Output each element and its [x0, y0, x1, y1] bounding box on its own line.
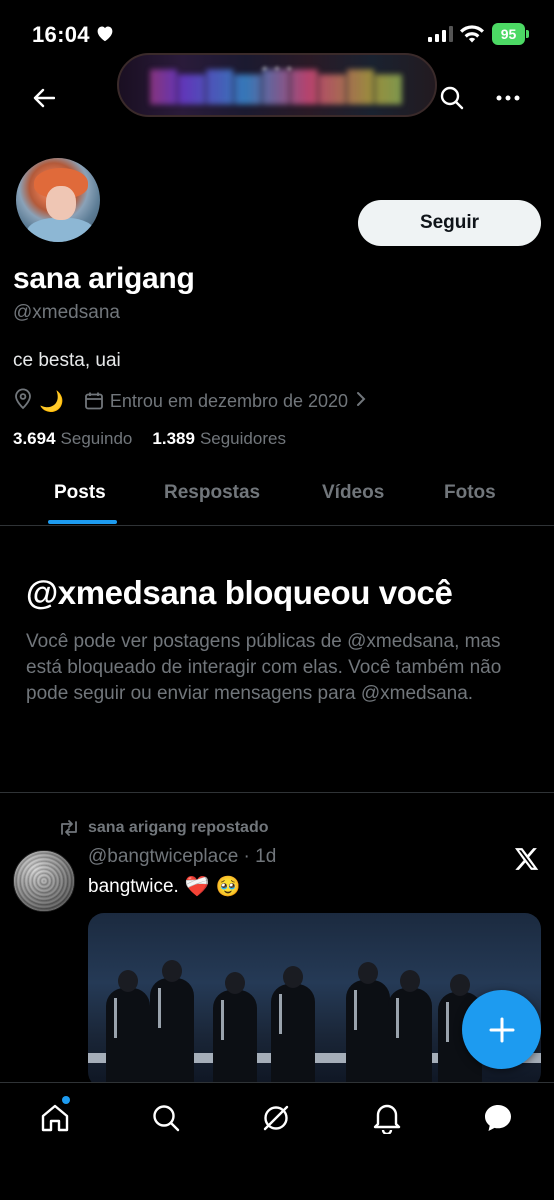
nav-notifications[interactable] [370, 1101, 404, 1135]
nav-home[interactable] [38, 1101, 72, 1135]
banner-blurred-logo: ▇▆▇▆▇▇▆▇▆ [119, 55, 435, 115]
plus-icon [489, 1017, 514, 1042]
search-icon [153, 1105, 180, 1132]
post-author-handle[interactable]: @bangtwiceplace [88, 846, 238, 867]
tab-fotos[interactable]: Fotos [444, 482, 496, 504]
followers-label: Seguidores [199, 429, 286, 448]
active-tab-indicator [48, 520, 117, 524]
profile-meta: 🌙 Entrou em dezembro de 2020 [13, 388, 366, 414]
home-icon [41, 1104, 69, 1132]
location-icon [13, 388, 33, 415]
repost-indicator[interactable]: sana arigang repostado [58, 819, 269, 837]
pleading-face-emoji: 🥹 [215, 876, 241, 898]
repost-label: sana arigang repostado [88, 819, 269, 836]
heart-icon [95, 24, 115, 47]
profile-handle: @xmedsana [13, 302, 120, 323]
message-bubble-icon [485, 1105, 511, 1131]
signal-icon [428, 26, 454, 47]
joined-date[interactable]: Entrou em dezembro de 2020 [110, 391, 348, 412]
grok-icon [263, 1105, 289, 1131]
bell-icon [373, 1104, 401, 1134]
profile-bio: ce besta, uai [13, 350, 121, 371]
tab-videos[interactable]: Vídeos [322, 482, 384, 504]
location-text: 🌙 [39, 390, 64, 413]
more-options-button[interactable] [492, 82, 524, 114]
profile-banner: ✦ ✦ ✦ ▇▆▇▆▇▇▆▇▆ [117, 53, 437, 117]
followers-link[interactable]: 1.389 Seguidores [152, 429, 286, 449]
bottom-navigation [0, 1082, 554, 1200]
back-button[interactable] [28, 82, 60, 114]
status-time: 16:04 [32, 22, 90, 47]
following-link[interactable]: 3.694 Seguindo [13, 429, 132, 449]
nav-grok[interactable] [259, 1101, 293, 1135]
nav-search[interactable] [149, 1101, 183, 1135]
search-icon [440, 86, 464, 110]
follow-button[interactable]: Seguir [358, 200, 541, 246]
following-count: 3.694 [13, 429, 56, 448]
nav-messages[interactable] [481, 1101, 515, 1135]
post-body: bangtwice. [88, 875, 179, 897]
search-button[interactable] [436, 82, 468, 114]
tab-respostas[interactable]: Respostas [164, 482, 260, 504]
arrow-left-icon [33, 88, 55, 108]
post-text: bangtwice. ❤️‍🩹 🥹 [88, 874, 241, 899]
profile-top-bar: ✦ ✦ ✦ ▇▆▇▆▇▇▆▇▆ [0, 50, 554, 120]
profile-avatar[interactable] [13, 155, 103, 245]
home-notification-dot [62, 1096, 70, 1104]
following-label: Seguindo [60, 429, 133, 448]
divider [0, 792, 554, 793]
blocked-title: @xmedsana bloqueou você [26, 574, 453, 611]
x-logo-icon [514, 846, 540, 872]
follow-stats: 3.694 Seguindo 1.389 Seguidores [13, 429, 306, 449]
followers-count: 1.389 [152, 429, 195, 448]
blocked-description: Você pode ver postagens públicas de @xme… [26, 631, 502, 704]
post-age[interactable]: 1d [255, 846, 276, 867]
post-author-avatar[interactable] [13, 850, 75, 912]
battery-indicator: 95 [492, 23, 529, 45]
calendar-icon [84, 391, 104, 411]
repost-icon [61, 820, 77, 836]
compose-button[interactable] [462, 990, 541, 1069]
tab-posts[interactable]: Posts [54, 482, 106, 504]
wifi-icon [459, 24, 485, 49]
profile-tabs: Posts Respostas Vídeos Fotos [0, 470, 554, 526]
display-name: sana arigang [13, 262, 195, 295]
chevron-right-icon[interactable] [356, 391, 366, 412]
post-header: @bangtwiceplace · 1d [88, 846, 277, 867]
mending-heart-emoji: ❤️‍🩹 [184, 876, 210, 898]
more-dots-icon [496, 95, 520, 101]
